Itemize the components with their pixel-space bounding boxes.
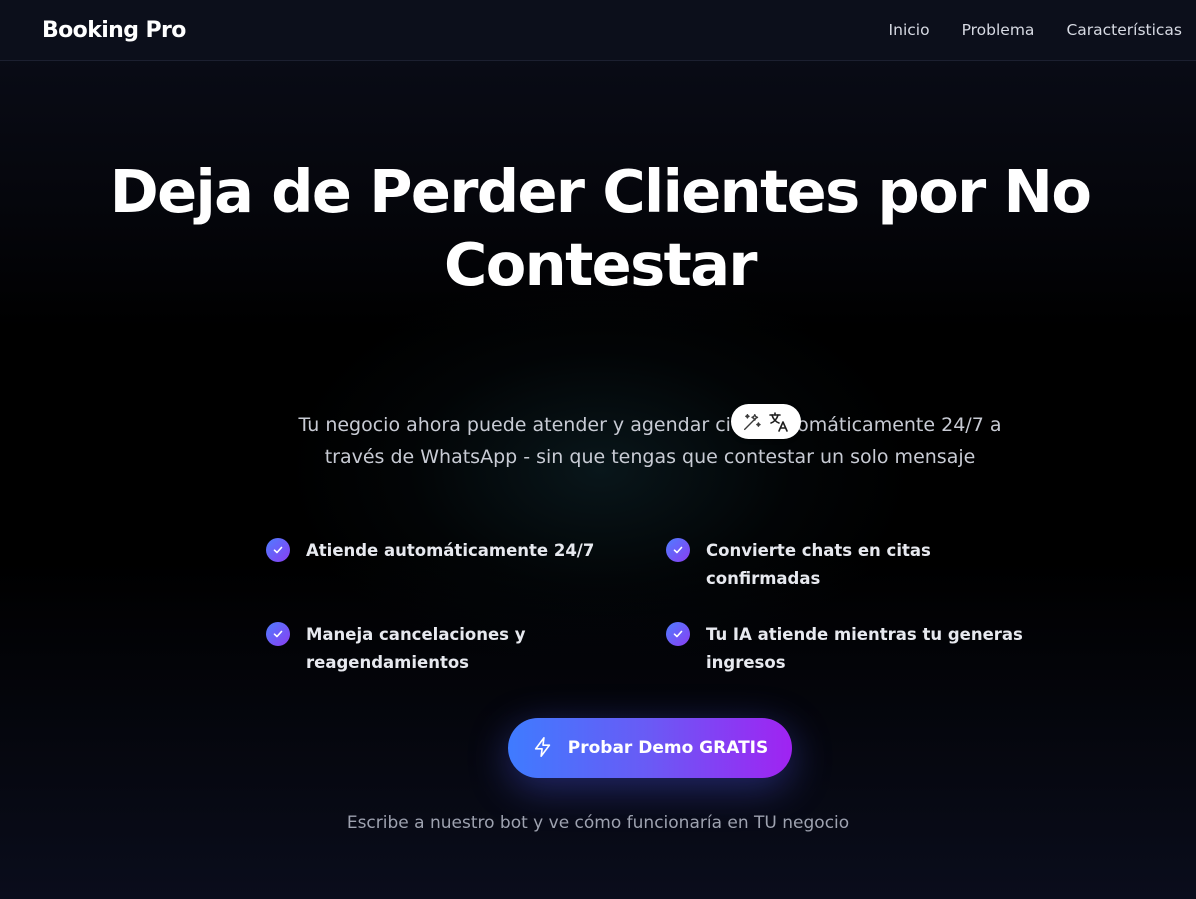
- navbar: Booking Pro Inicio Problema Característi…: [0, 0, 1196, 61]
- check-icon: [266, 622, 290, 646]
- feature-text: Tu IA atiende mientras tu generas ingres…: [706, 625, 1023, 672]
- brand-logo[interactable]: Booking Pro: [42, 18, 186, 43]
- translate-popup[interactable]: [731, 404, 801, 439]
- nav-link-problema[interactable]: Problema: [962, 21, 1035, 39]
- nav-link-inicio[interactable]: Inicio: [889, 21, 930, 39]
- feature-item: Convierte chats en citas confirmadas: [666, 537, 1066, 593]
- features-list: Atiende automáticamente 24/7 Convierte c…: [266, 537, 1066, 677]
- magic-wand-icon[interactable]: [741, 411, 763, 433]
- lightning-icon: [532, 736, 554, 761]
- hero-title-line-2: Contestar: [444, 230, 757, 299]
- nav-links: Inicio Problema Características: [889, 21, 1182, 39]
- feature-text: Maneja cancelaciones y reagendamientos: [306, 625, 526, 672]
- feature-item: Maneja cancelaciones y reagendamientos: [266, 621, 666, 677]
- hero-title-line-1: Deja de Perder Clientes por No: [109, 157, 1092, 226]
- demo-cta-button[interactable]: Probar Demo GRATIS: [508, 718, 792, 778]
- feature-item: Tu IA atiende mientras tu generas ingres…: [666, 621, 1066, 677]
- cta-caption: Escribe a nuestro bot y ve cómo funciona…: [346, 813, 850, 833]
- feature-text: Convierte chats en citas confirmadas: [706, 541, 931, 588]
- hero-title: Deja de Perder Clientes por No Contestar: [0, 155, 1196, 301]
- check-icon: [666, 622, 690, 646]
- demo-cta-label: Probar Demo GRATIS: [567, 738, 769, 758]
- feature-item: Atiende automáticamente 24/7: [266, 537, 666, 593]
- hero-section: Deja de Perder Clientes por No Contestar…: [0, 61, 1196, 899]
- feature-text: Atiende automáticamente 24/7: [306, 541, 595, 560]
- nav-link-caracteristicas[interactable]: Características: [1066, 21, 1182, 39]
- translate-icon[interactable]: [767, 410, 791, 434]
- check-icon: [666, 538, 690, 562]
- hero-subtitle: Tu negocio ahora puede atender y agendar…: [298, 414, 1002, 468]
- check-icon: [266, 538, 290, 562]
